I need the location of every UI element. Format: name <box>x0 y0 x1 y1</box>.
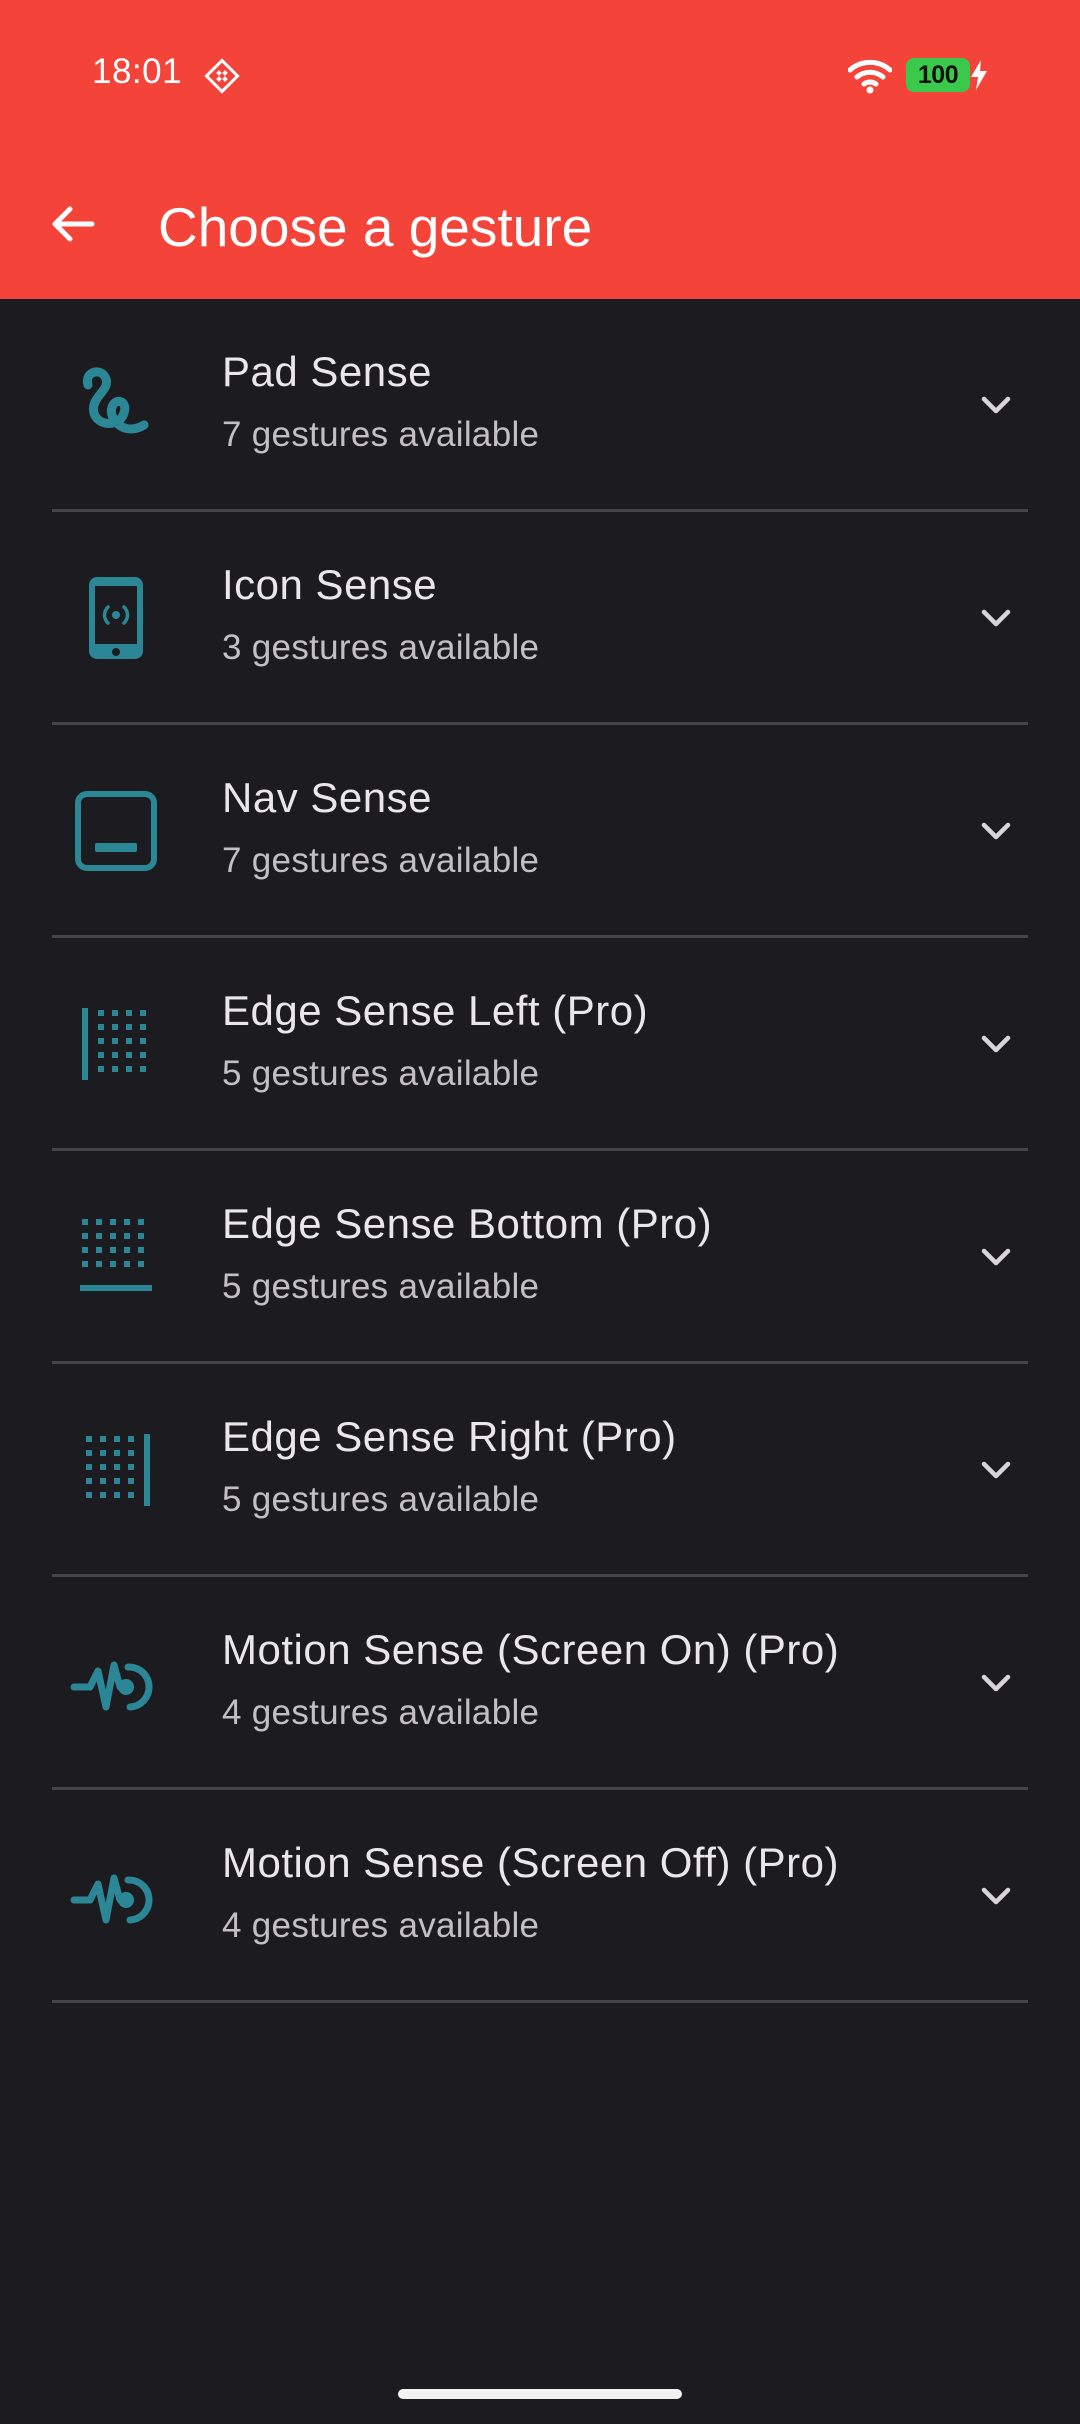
chevron-down-icon[interactable] <box>974 1661 1018 1705</box>
gesture-title: Icon Sense <box>222 561 438 608</box>
gesture-title: Edge Sense Right (Pro) <box>222 1413 677 1460</box>
gesture-row-edge-sense-left[interactable]: Edge Sense Left (Pro) 5 gestures availab… <box>0 938 1080 1151</box>
row-divider <box>52 2000 1028 2003</box>
gesture-row-nav-sense[interactable]: Nav Sense 7 gestures available <box>0 725 1080 938</box>
arrow-back-icon[interactable] <box>40 190 108 258</box>
gesture-title: Motion Sense (Screen Off) (Pro) <box>222 1839 839 1886</box>
gesture-row-edge-sense-bottom[interactable]: Edge Sense Bottom (Pro) 5 gestures avail… <box>0 1151 1080 1364</box>
phone-signal-icon <box>89 577 143 659</box>
gesture-subtitle: 4 gestures available <box>222 1693 540 1732</box>
gesture-subtitle: 7 gestures available <box>222 841 540 880</box>
page-title: Choose a gesture <box>158 196 593 258</box>
nav-bar-icon <box>75 791 157 871</box>
battery-level: 100 <box>917 61 959 89</box>
status-time: 18:01 <box>92 52 183 91</box>
chevron-down-icon[interactable] <box>974 383 1018 427</box>
gesture-row-icon-sense[interactable]: Icon Sense 3 gestures available <box>0 512 1080 725</box>
gesture-row-pad-sense[interactable]: Pad Sense 7 gestures available <box>0 299 1080 512</box>
gesture-title: Pad Sense <box>222 348 432 395</box>
gesture-title: Edge Sense Left (Pro) <box>222 987 649 1034</box>
diamond-grid-icon <box>204 58 240 94</box>
gesture-subtitle: 5 gestures available <box>222 1480 540 1519</box>
gesture-subtitle: 4 gestures available <box>222 1906 540 1945</box>
edge-right-icon <box>86 1434 150 1506</box>
gesture-subtitle: 7 gestures available <box>222 415 540 454</box>
chevron-down-icon[interactable] <box>974 1022 1018 1066</box>
edge-bottom-icon <box>80 1219 152 1291</box>
gesture-title: Motion Sense (Screen On) (Pro) <box>222 1626 840 1673</box>
chevron-down-icon[interactable] <box>974 1235 1018 1279</box>
motion-pulse-icon <box>70 1874 153 1924</box>
wifi-icon <box>848 59 892 94</box>
app-bar: 18:01 100 Choose a gesture <box>0 0 1080 299</box>
chevron-down-icon[interactable] <box>974 1874 1018 1918</box>
chevron-down-icon[interactable] <box>974 1448 1018 1492</box>
bolt-icon <box>971 60 987 90</box>
chevron-down-icon[interactable] <box>974 596 1018 640</box>
gesture-title: Edge Sense Bottom (Pro) <box>222 1200 713 1247</box>
status-bar: 18:01 100 <box>0 0 1080 150</box>
home-indicator[interactable] <box>398 2389 682 2399</box>
gesture-subtitle: 3 gestures available <box>222 628 540 667</box>
chevron-down-icon[interactable] <box>974 809 1018 853</box>
gesture-row-motion-sense-screen-on[interactable]: Motion Sense (Screen On) (Pro) 4 gesture… <box>0 1577 1080 1790</box>
squiggle-icon <box>82 367 149 434</box>
gesture-title: Nav Sense <box>222 774 432 821</box>
gesture-row-motion-sense-screen-off[interactable]: Motion Sense (Screen Off) (Pro) 4 gestur… <box>0 1790 1080 2003</box>
gesture-subtitle: 5 gestures available <box>222 1054 540 1093</box>
battery-indicator: 100 <box>906 58 970 92</box>
gesture-subtitle: 5 gestures available <box>222 1267 540 1306</box>
edge-left-icon <box>82 1008 146 1080</box>
gesture-row-edge-sense-right[interactable]: Edge Sense Right (Pro) 5 gestures availa… <box>0 1364 1080 1577</box>
gesture-list: Pad Sense 7 gestures available Icon Sens… <box>0 299 1080 2003</box>
motion-pulse-icon <box>70 1661 153 1711</box>
